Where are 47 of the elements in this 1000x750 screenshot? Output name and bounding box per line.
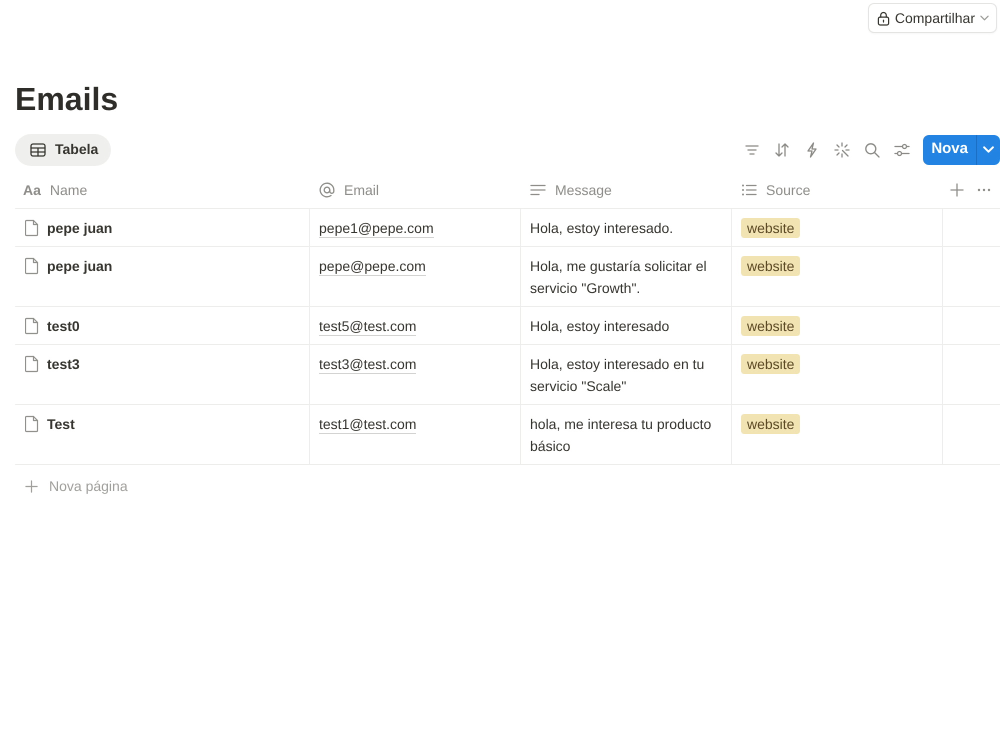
page-name[interactable]: Test bbox=[47, 413, 75, 435]
page-icon bbox=[25, 219, 39, 237]
plus-icon bbox=[25, 480, 38, 492]
view-tab[interactable]: Tabela bbox=[15, 134, 112, 166]
message-text: Hola, estoy interesado en tu servicio "Scale" bbox=[530, 356, 704, 394]
source-tag: website bbox=[741, 218, 800, 238]
source-tag: website bbox=[741, 316, 800, 336]
page-icon bbox=[25, 317, 39, 335]
filter-icon[interactable] bbox=[744, 144, 760, 156]
new-button[interactable]: Nova bbox=[923, 134, 976, 164]
sliders-icon[interactable] bbox=[894, 142, 910, 156]
at-sign-icon bbox=[319, 182, 335, 198]
message-text: Hola, estoy interesado. bbox=[530, 220, 674, 236]
message-text: hola, me interesa tu producto básico bbox=[530, 416, 712, 454]
page-name[interactable]: test3 bbox=[47, 353, 80, 375]
lock-icon bbox=[876, 10, 890, 26]
sort-icon[interactable] bbox=[774, 142, 790, 156]
list-icon bbox=[741, 184, 757, 196]
table-icon bbox=[30, 142, 46, 156]
chevron-down-icon bbox=[983, 146, 994, 153]
email-link[interactable]: test1@test.com bbox=[319, 415, 416, 434]
page-icon bbox=[25, 257, 39, 275]
chevron-down-icon bbox=[980, 15, 989, 21]
search-icon[interactable] bbox=[864, 142, 880, 158]
text-type-icon: Aa bbox=[23, 182, 41, 198]
message-text: Hola, estoy interesado bbox=[530, 318, 670, 334]
source-tag: website bbox=[741, 414, 800, 434]
email-link[interactable]: pepe@pepe.com bbox=[319, 257, 426, 276]
text-lines-icon bbox=[530, 184, 546, 196]
source-tag: website bbox=[741, 256, 800, 276]
sparkle-icon[interactable] bbox=[834, 142, 850, 158]
page-name[interactable]: pepe juan bbox=[47, 217, 112, 239]
page-icon bbox=[25, 415, 39, 433]
dropdown-button[interactable] bbox=[976, 134, 1000, 164]
plus-icon[interactable] bbox=[950, 183, 964, 197]
email-link[interactable]: test5@test.com bbox=[319, 317, 416, 336]
page-icon bbox=[25, 355, 39, 373]
share-button[interactable]: Compartilhar bbox=[868, 3, 997, 33]
source-tag: website bbox=[741, 354, 800, 374]
message-text: Hola, me gustaría solicitar el servicio "Growth". bbox=[530, 258, 707, 296]
lightning-icon[interactable] bbox=[806, 142, 818, 158]
more-icon[interactable] bbox=[977, 188, 991, 192]
page-name[interactable]: pepe juan bbox=[47, 255, 112, 277]
email-link[interactable]: pepe1@pepe.com bbox=[319, 219, 434, 238]
email-link[interactable]: test3@test.com bbox=[319, 355, 416, 374]
page-title: Emails bbox=[15, 80, 120, 118]
page-name[interactable]: test0 bbox=[47, 315, 80, 337]
